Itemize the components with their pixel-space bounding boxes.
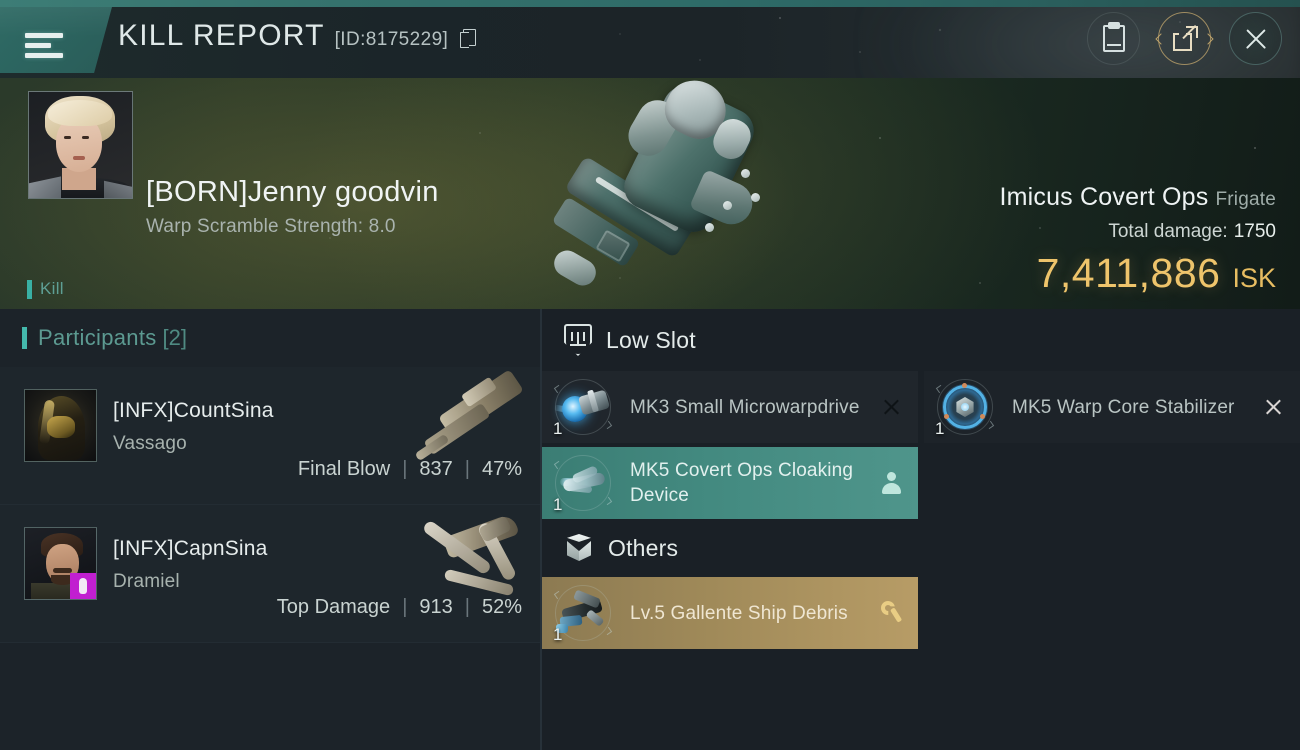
module-item[interactable]: 1 MK5 Covert Ops Cloaking Device [542, 447, 918, 519]
wrench-icon [880, 601, 903, 625]
avatar[interactable] [24, 389, 97, 462]
person-icon [881, 472, 901, 494]
module-name: MK3 Small Microwarpdrive [630, 396, 860, 418]
participant-stats: Top Damage | 913 | 52% [277, 596, 522, 619]
cube-box-icon [564, 533, 594, 563]
module-name: Lv.5 Gallente Ship Debris [630, 602, 848, 624]
participant-ship: Dramiel [113, 571, 180, 592]
module-name: MK5 Warp Core Stabilizer [1012, 396, 1235, 418]
close-icon [1243, 26, 1269, 52]
victim-ship-title: Imicus Covert Ops [999, 183, 1209, 211]
victim-ship-class: Frigate [1215, 189, 1276, 210]
header-actions [1087, 12, 1282, 65]
close-icon [882, 398, 901, 417]
victim-warp-scramble: Warp Scramble Strength: 8.0 [146, 216, 396, 237]
module-item[interactable]: 1 MK3 Small Microwarpdrive [542, 371, 918, 443]
microwarpdrive-icon: 1 [552, 376, 614, 438]
table-row[interactable]: [INFX]CapnSina Dramiel Top Damage | 913 … [0, 505, 540, 643]
avatar[interactable] [24, 527, 97, 600]
participant-damage: 913 [419, 596, 453, 618]
low-slot-title: Low Slot [606, 326, 696, 353]
stat-separator: | [464, 458, 470, 480]
others-section-header: Others [542, 517, 678, 579]
participants-panel: Participants [2] [INFX]CountSina Vassago… [0, 309, 540, 750]
isk-currency: ISK [1232, 263, 1276, 293]
participants-title: Participants [38, 325, 157, 350]
participant-percent: 52% [481, 596, 522, 618]
report-body: Participants [2] [INFX]CountSina Vassago… [0, 309, 1300, 750]
total-damage-label: Total damage: [1108, 221, 1228, 242]
stat-separator: | [402, 596, 408, 618]
isk-value: 7,411,886 ISK [1037, 250, 1276, 297]
others-title: Others [608, 534, 679, 561]
module-name: MK5 Covert Ops Cloaking Device [630, 460, 854, 506]
header-top-accent-line [0, 0, 1300, 7]
participant-stats: Final Blow | 837 | 47% [298, 458, 522, 481]
module-quantity: 1 [553, 625, 563, 644]
participant-percent: 47% [481, 458, 522, 480]
page-title: KILL REPORT [ID:8175229] [118, 19, 477, 53]
participant-damage: 837 [419, 458, 453, 480]
module-action[interactable] [864, 601, 918, 625]
page-title-text: KILL REPORT [118, 19, 325, 52]
victim-ship-name: Imicus Covert Ops Frigate [999, 183, 1276, 212]
shield-slot-icon [564, 324, 592, 356]
module-action[interactable] [864, 398, 918, 417]
event-tag-label: Kill [40, 279, 64, 298]
window-header: KILL REPORT [ID:8175229] [0, 0, 1300, 78]
module-item[interactable]: 1 MK5 Warp Core Stabilizer [924, 371, 1300, 443]
clipboard-icon [1102, 22, 1125, 52]
participant-name: [INFX]CountSina [113, 399, 274, 422]
total-damage: Total damage: 1750 [1108, 221, 1276, 243]
module-quantity: 1 [935, 419, 945, 438]
destroyed-ship-image [545, 78, 815, 305]
module-action[interactable] [864, 472, 918, 494]
isk-amount: 7,411,886 [1036, 250, 1221, 296]
module-item[interactable]: 1 Lv.5 Gallente Ship Debris [542, 577, 918, 649]
participants-accent [22, 327, 27, 349]
low-slot-section-header: Low Slot [542, 309, 1300, 371]
participant-name: [INFX]CapnSina [113, 537, 268, 560]
faction-badge [70, 573, 96, 599]
share-button[interactable] [1158, 12, 1211, 65]
participants-count: [2] [162, 325, 188, 350]
cloaking-device-icon: 1 [552, 452, 614, 514]
participants-header: Participants [2] [0, 309, 540, 367]
stat-separator: | [402, 458, 408, 480]
stat-separator: | [464, 596, 470, 618]
clipboard-button[interactable] [1087, 12, 1140, 65]
victim-banner: [BORN]Jenny goodvin Warp Scramble Streng… [0, 78, 1300, 309]
warp-core-stabilizer-icon: 1 [934, 376, 996, 438]
module-quantity: 1 [553, 495, 563, 514]
event-tag-accent [27, 279, 32, 299]
fitting-panel: Low Slot 1 MK3 Small Microwarpdrive 1 MK… [542, 309, 1300, 750]
participant-role: Final Blow [297, 458, 391, 480]
ship-debris-icon: 1 [552, 582, 614, 644]
victim-avatar[interactable] [28, 91, 133, 199]
external-link-icon [1172, 25, 1198, 51]
module-action[interactable] [1246, 398, 1300, 417]
report-id-text: [ID:8175229] [334, 29, 449, 50]
participant-role: Top Damage [276, 596, 391, 618]
menu-button[interactable] [0, 7, 112, 73]
close-button[interactable] [1229, 12, 1282, 65]
kill-report-window: KILL REPORT [ID:8175229] [BORN]Jenny goo… [0, 0, 1300, 750]
module-quantity: 1 [553, 419, 563, 438]
participant-ship: Vassago [113, 433, 187, 454]
close-icon [1264, 398, 1283, 417]
copy-icon[interactable] [460, 29, 477, 48]
table-row[interactable]: [INFX]CountSina Vassago Final Blow | 837… [0, 367, 540, 505]
hamburger-menu-icon [25, 33, 63, 59]
event-tag: Kill [27, 279, 64, 299]
total-damage-value: 1750 [1233, 221, 1276, 242]
victim-name: [BORN]Jenny goodvin [146, 176, 439, 208]
